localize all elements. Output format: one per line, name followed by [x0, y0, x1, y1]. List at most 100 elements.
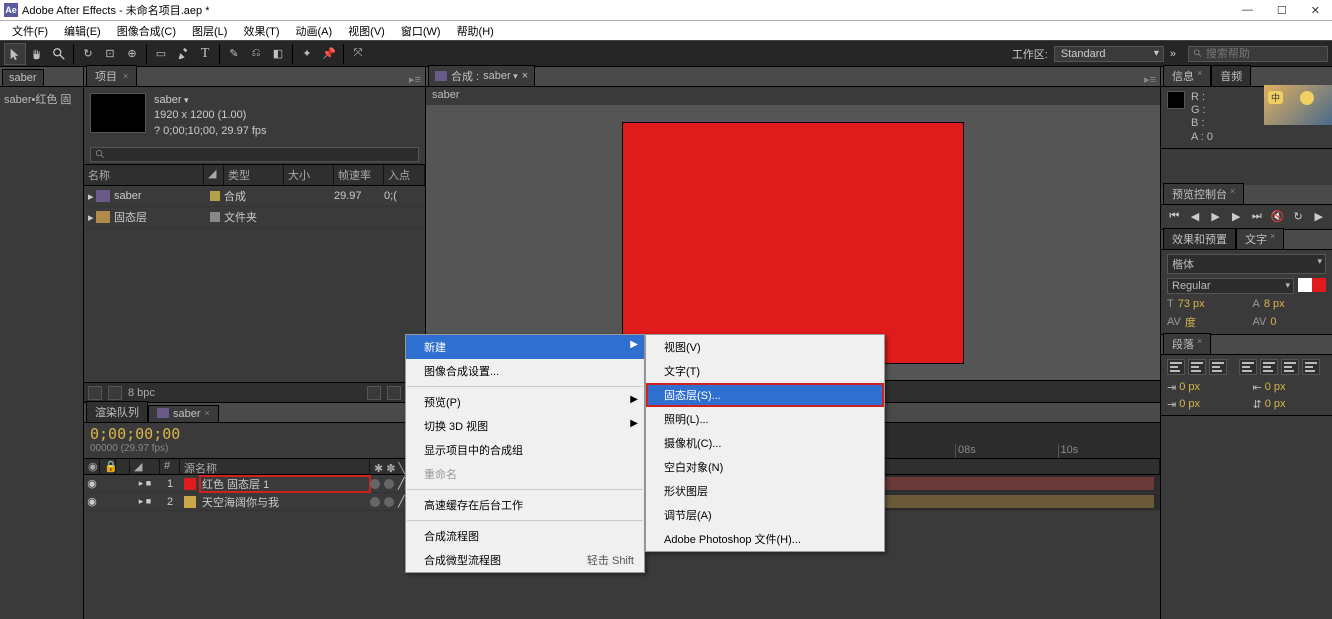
- panel-menu-icon[interactable]: ▸≡: [1140, 73, 1160, 86]
- close-button[interactable]: ✕: [1311, 4, 1320, 17]
- eraser-tool[interactable]: ◧: [267, 43, 289, 65]
- justify-left-button[interactable]: [1239, 359, 1257, 375]
- new-comp-button[interactable]: [387, 386, 401, 400]
- col-tag[interactable]: ◢: [204, 165, 224, 185]
- menu-item-mini-flowchart[interactable]: 合成微型流程图轻击 Shift: [406, 548, 644, 572]
- info-tab[interactable]: 信息×: [1163, 65, 1211, 86]
- submenu-shape[interactable]: 形状图层: [646, 479, 884, 503]
- interpret-footage-button[interactable]: [88, 386, 102, 400]
- submenu-viewer[interactable]: 视图(V): [646, 335, 884, 359]
- local-axis[interactable]: ⤧: [347, 43, 369, 65]
- leading[interactable]: 8 px: [1264, 298, 1285, 310]
- help-search[interactable]: [1188, 46, 1328, 62]
- menu-item-comp-settings[interactable]: 图像合成设置...: [406, 359, 644, 383]
- roto-tool[interactable]: ✦: [296, 43, 318, 65]
- selection-tool[interactable]: [4, 43, 26, 65]
- justify-right-button[interactable]: [1281, 359, 1299, 375]
- menu-composition[interactable]: 图像合成(C): [109, 21, 184, 41]
- indent-right[interactable]: 0 px: [1179, 398, 1200, 411]
- col-size[interactable]: 大小: [284, 165, 334, 185]
- effect-controls-tab[interactable]: saber: [2, 69, 44, 86]
- font-style-dropdown[interactable]: Regular: [1167, 278, 1294, 294]
- pen-tool[interactable]: [172, 43, 194, 65]
- new-folder-button[interactable]: [367, 386, 381, 400]
- project-item[interactable]: ▸ saber 合成 29.97 0;(: [84, 186, 425, 207]
- help-search-input[interactable]: [1206, 48, 1323, 60]
- close-icon[interactable]: ×: [205, 408, 210, 420]
- align-center-button[interactable]: [1188, 359, 1206, 375]
- clone-tool[interactable]: ⎌: [245, 43, 267, 65]
- menu-help[interactable]: 帮助(H): [449, 21, 502, 41]
- first-frame-button[interactable]: ⏮: [1167, 209, 1182, 225]
- justify-center-button[interactable]: [1260, 359, 1278, 375]
- font-family-dropdown[interactable]: 楷体: [1167, 254, 1326, 274]
- render-queue-tab[interactable]: 渲染队列: [86, 401, 148, 422]
- project-tab[interactable]: 项目×: [86, 65, 137, 86]
- project-search[interactable]: [90, 147, 419, 162]
- text-tool[interactable]: T: [194, 43, 216, 65]
- menu-animation[interactable]: 动画(A): [288, 21, 341, 41]
- bpc-button[interactable]: [108, 386, 122, 400]
- comp-breadcrumb[interactable]: saber: [426, 87, 1160, 105]
- kerning[interactable]: 度: [1185, 314, 1196, 330]
- submenu-text[interactable]: 文字(T): [646, 359, 884, 383]
- close-icon[interactable]: ×: [123, 71, 128, 81]
- fx-tab[interactable]: 效果和预置: [1163, 228, 1236, 249]
- next-frame-button[interactable]: ▶: [1229, 209, 1244, 225]
- submenu-photoshop[interactable]: Adobe Photoshop 文件(H)...: [646, 527, 884, 551]
- menu-view[interactable]: 视图(V): [340, 21, 393, 41]
- audio-tab[interactable]: 音频: [1211, 65, 1251, 86]
- layer-name[interactable]: 天空海阔你与我: [200, 494, 370, 510]
- label-swatch[interactable]: [184, 496, 196, 508]
- rotation-tool[interactable]: ↻: [77, 43, 99, 65]
- submenu-camera[interactable]: 摄像机(C)...: [646, 431, 884, 455]
- label-swatch[interactable]: [210, 212, 220, 222]
- rect-tool[interactable]: ▭: [150, 43, 172, 65]
- label-swatch[interactable]: [184, 478, 196, 490]
- ram-preview-button[interactable]: ▶: [1311, 209, 1326, 225]
- mute-button[interactable]: 🔇: [1270, 209, 1285, 225]
- col-type[interactable]: 类型: [224, 165, 284, 185]
- menu-item-cache-bg[interactable]: 高速缓存在后台工作: [406, 493, 644, 517]
- visibility-toggle[interactable]: ◉: [84, 495, 100, 508]
- hand-tool[interactable]: [26, 43, 48, 65]
- puppet-tool[interactable]: 📌: [318, 43, 340, 65]
- comp-tab[interactable]: 合成 : saber ×: [428, 65, 535, 86]
- project-item[interactable]: ▸ 固态层 文件夹: [84, 207, 425, 228]
- menu-item-new[interactable]: 新建: [406, 335, 644, 359]
- indent-left[interactable]: 0 px: [1179, 381, 1200, 394]
- comp-name[interactable]: saber: [154, 93, 267, 108]
- fill-stroke-swatches[interactable]: [1298, 278, 1326, 294]
- menu-window[interactable]: 窗口(W): [393, 21, 449, 41]
- submenu-light[interactable]: 照明(L)...: [646, 407, 884, 431]
- align-right-button[interactable]: [1209, 359, 1227, 375]
- brush-tool[interactable]: ✎: [223, 43, 245, 65]
- menu-item-flowchart[interactable]: 合成流程图: [406, 524, 644, 548]
- comp-tab-name[interactable]: saber: [483, 70, 518, 82]
- play-button[interactable]: ▶: [1208, 209, 1223, 225]
- col-rate[interactable]: 帧速率: [334, 165, 384, 185]
- col-name[interactable]: 名称: [84, 165, 204, 185]
- submenu-adjustment[interactable]: 调节层(A): [646, 503, 884, 527]
- align-left-button[interactable]: [1167, 359, 1185, 375]
- minimize-button[interactable]: —: [1242, 4, 1253, 17]
- camera-tool[interactable]: ⊡: [99, 43, 121, 65]
- col-source-name[interactable]: 源名称: [180, 459, 370, 474]
- menu-edit[interactable]: 编辑(E): [56, 21, 109, 41]
- menu-item-reveal-comp[interactable]: 显示项目中的合成组: [406, 438, 644, 462]
- workspace-dropdown[interactable]: Standard: [1054, 46, 1164, 62]
- timeline-comp-tab[interactable]: saber×: [148, 405, 219, 422]
- submenu-solid[interactable]: 固态层(S)...: [646, 383, 884, 407]
- text-tab[interactable]: 文字×: [1236, 228, 1284, 249]
- anchor-tool[interactable]: ⊕: [121, 43, 143, 65]
- zoom-tool[interactable]: [48, 43, 70, 65]
- menu-layer[interactable]: 图层(L): [184, 21, 235, 41]
- maximize-button[interactable]: ☐: [1277, 4, 1287, 17]
- submenu-null[interactable]: 空白对象(N): [646, 455, 884, 479]
- loop-button[interactable]: ↻: [1291, 209, 1306, 225]
- font-size[interactable]: 73 px: [1178, 298, 1205, 310]
- tracking[interactable]: 0: [1270, 316, 1276, 328]
- prev-frame-button[interactable]: ◀: [1188, 209, 1203, 225]
- col-in[interactable]: 入点: [384, 165, 425, 185]
- menu-effect[interactable]: 效果(T): [235, 21, 287, 41]
